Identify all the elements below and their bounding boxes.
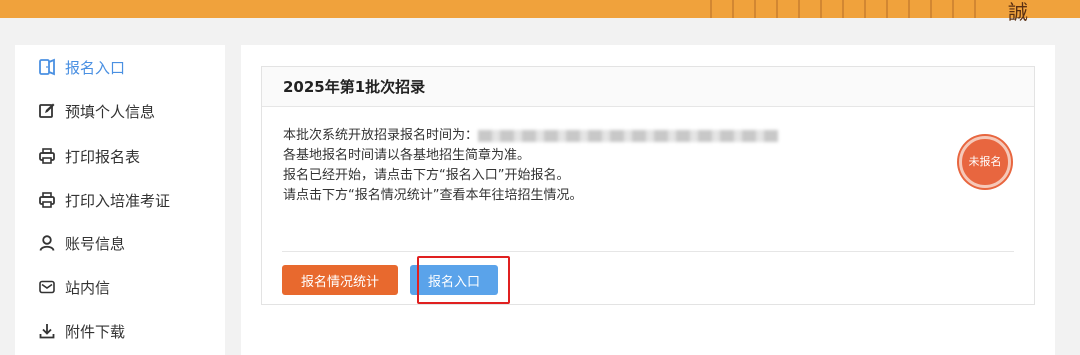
door-enter-icon — [37, 57, 57, 77]
batch-card: 2025年第1批次招录 本批次系统开放招录报名时间为： 各基地报名时间请以各基地… — [261, 66, 1035, 305]
sidebar-item-label: 站内信 — [65, 278, 111, 297]
sidebar-item-prefill-info[interactable]: 预填个人信息 — [37, 97, 155, 125]
sidebar-item-label: 账号信息 — [65, 234, 126, 253]
card-body: 本批次系统开放招录报名时间为： 各基地报名时间请以各基地招生简章为准。 报名已经… — [262, 107, 1034, 206]
header-decoration — [710, 0, 990, 18]
sidebar-item-label: 打印入培准考证 — [65, 191, 171, 210]
printer-icon — [37, 190, 57, 210]
notice-line: 各基地报名时间请以各基地招生简章为准。 — [283, 148, 531, 163]
registration-time-line: 本批次系统开放招录报名时间为： — [283, 126, 1034, 146]
sidebar-item-label: 报名入口 — [65, 58, 126, 77]
card-title: 2025年第1批次招录 — [262, 67, 1034, 107]
sidebar-item-account-info[interactable]: 账号信息 — [37, 229, 125, 257]
registration-entry-button[interactable]: 报名入口 — [410, 265, 498, 295]
sidebar-item-print-admission-ticket[interactable]: 打印入培准考证 — [37, 186, 170, 214]
user-icon — [37, 233, 57, 253]
divider — [282, 251, 1014, 252]
notice-line: 报名已经开始，请点击下方“报名入口”开始报名。 — [283, 168, 570, 183]
main-content: 2025年第1批次招录 本批次系统开放招录报名时间为： 各基地报名时间请以各基地… — [241, 45, 1055, 355]
sidebar-item-site-messages[interactable]: 站内信 — [37, 273, 110, 301]
sidebar: 报名入口 预填个人信息 打印报名表 打印入培准考证 账号信息 站内信 附件下载 — [15, 45, 225, 355]
edit-icon — [37, 101, 57, 121]
sidebar-item-print-form[interactable]: 打印报名表 — [37, 142, 140, 170]
sidebar-item-attachment-download[interactable]: 附件下载 — [37, 317, 125, 345]
notice-line: 请点击下方“报名情况统计”查看本年往培招生情况。 — [283, 188, 583, 203]
printer-icon — [37, 146, 57, 166]
registration-stats-button[interactable]: 报名情况统计 — [282, 265, 398, 295]
sidebar-item-label: 附件下载 — [65, 322, 126, 341]
download-icon — [37, 321, 57, 341]
sidebar-item-label: 打印报名表 — [65, 147, 141, 166]
top-header-bar: 誠 — [0, 0, 1080, 24]
status-badge: 未报名 — [959, 136, 1011, 188]
redacted-time-range — [478, 129, 779, 142]
registration-time-label: 本批次系统开放招录报名时间为： — [283, 128, 479, 143]
sidebar-item-label: 预填个人信息 — [65, 102, 156, 121]
sidebar-item-registration-entry[interactable]: 报名入口 — [37, 53, 125, 81]
header-seal-glyph: 誠 — [1008, 0, 1028, 24]
mail-icon — [37, 277, 57, 297]
